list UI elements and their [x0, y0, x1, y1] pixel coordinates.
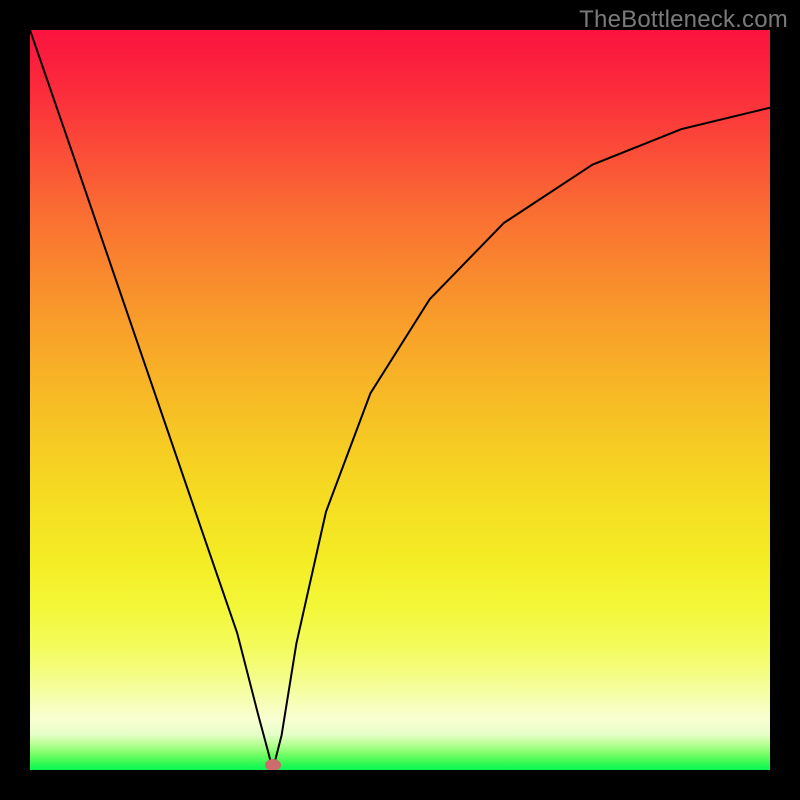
- bottleneck-curve: [30, 30, 770, 770]
- minimum-marker: [265, 759, 281, 770]
- watermark-text: TheBottleneck.com: [579, 6, 788, 34]
- chart-frame: TheBottleneck.com: [0, 0, 800, 800]
- plot-area: [30, 30, 770, 770]
